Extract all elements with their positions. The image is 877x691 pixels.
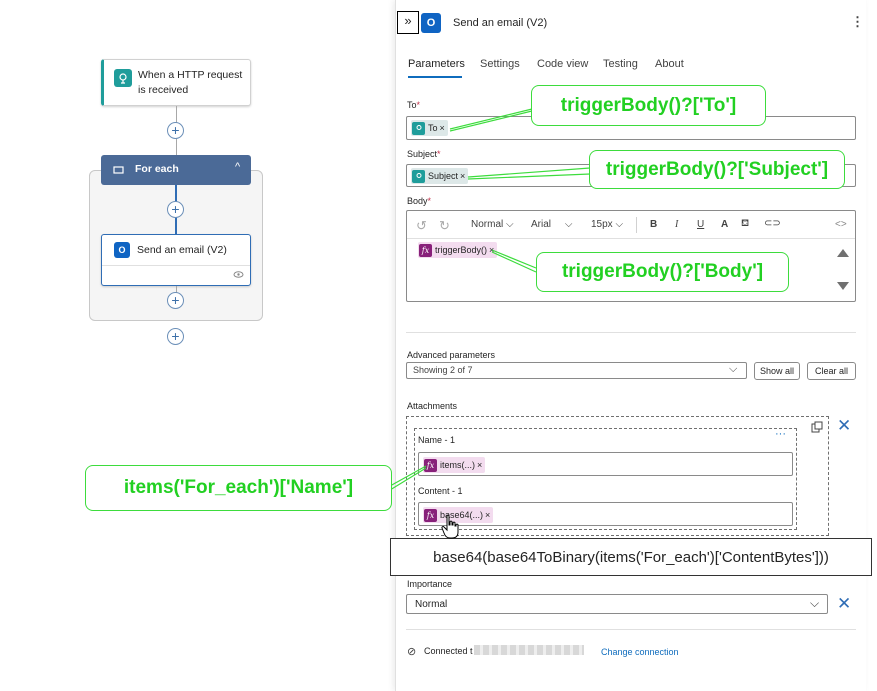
body-expression-callout: triggerBody()?['Body'] xyxy=(536,252,789,292)
expression-tooltip: base64(base64ToBinary(items('For_each')[… xyxy=(390,538,872,576)
callout-line xyxy=(491,249,537,269)
subject-expression-callout: triggerBody()?['Subject'] xyxy=(589,150,845,189)
callout-line xyxy=(491,251,537,273)
callout-line xyxy=(467,173,591,180)
name-expression-callout: items('For_each')['Name'] xyxy=(85,465,392,511)
callout-line xyxy=(449,110,533,132)
callout-line xyxy=(467,167,591,178)
to-expression-callout: triggerBody()?['To'] xyxy=(531,85,766,126)
callout-line xyxy=(389,465,427,487)
callout-line xyxy=(449,108,533,130)
callout-line xyxy=(389,467,427,491)
hand-cursor-icon xyxy=(441,514,459,539)
